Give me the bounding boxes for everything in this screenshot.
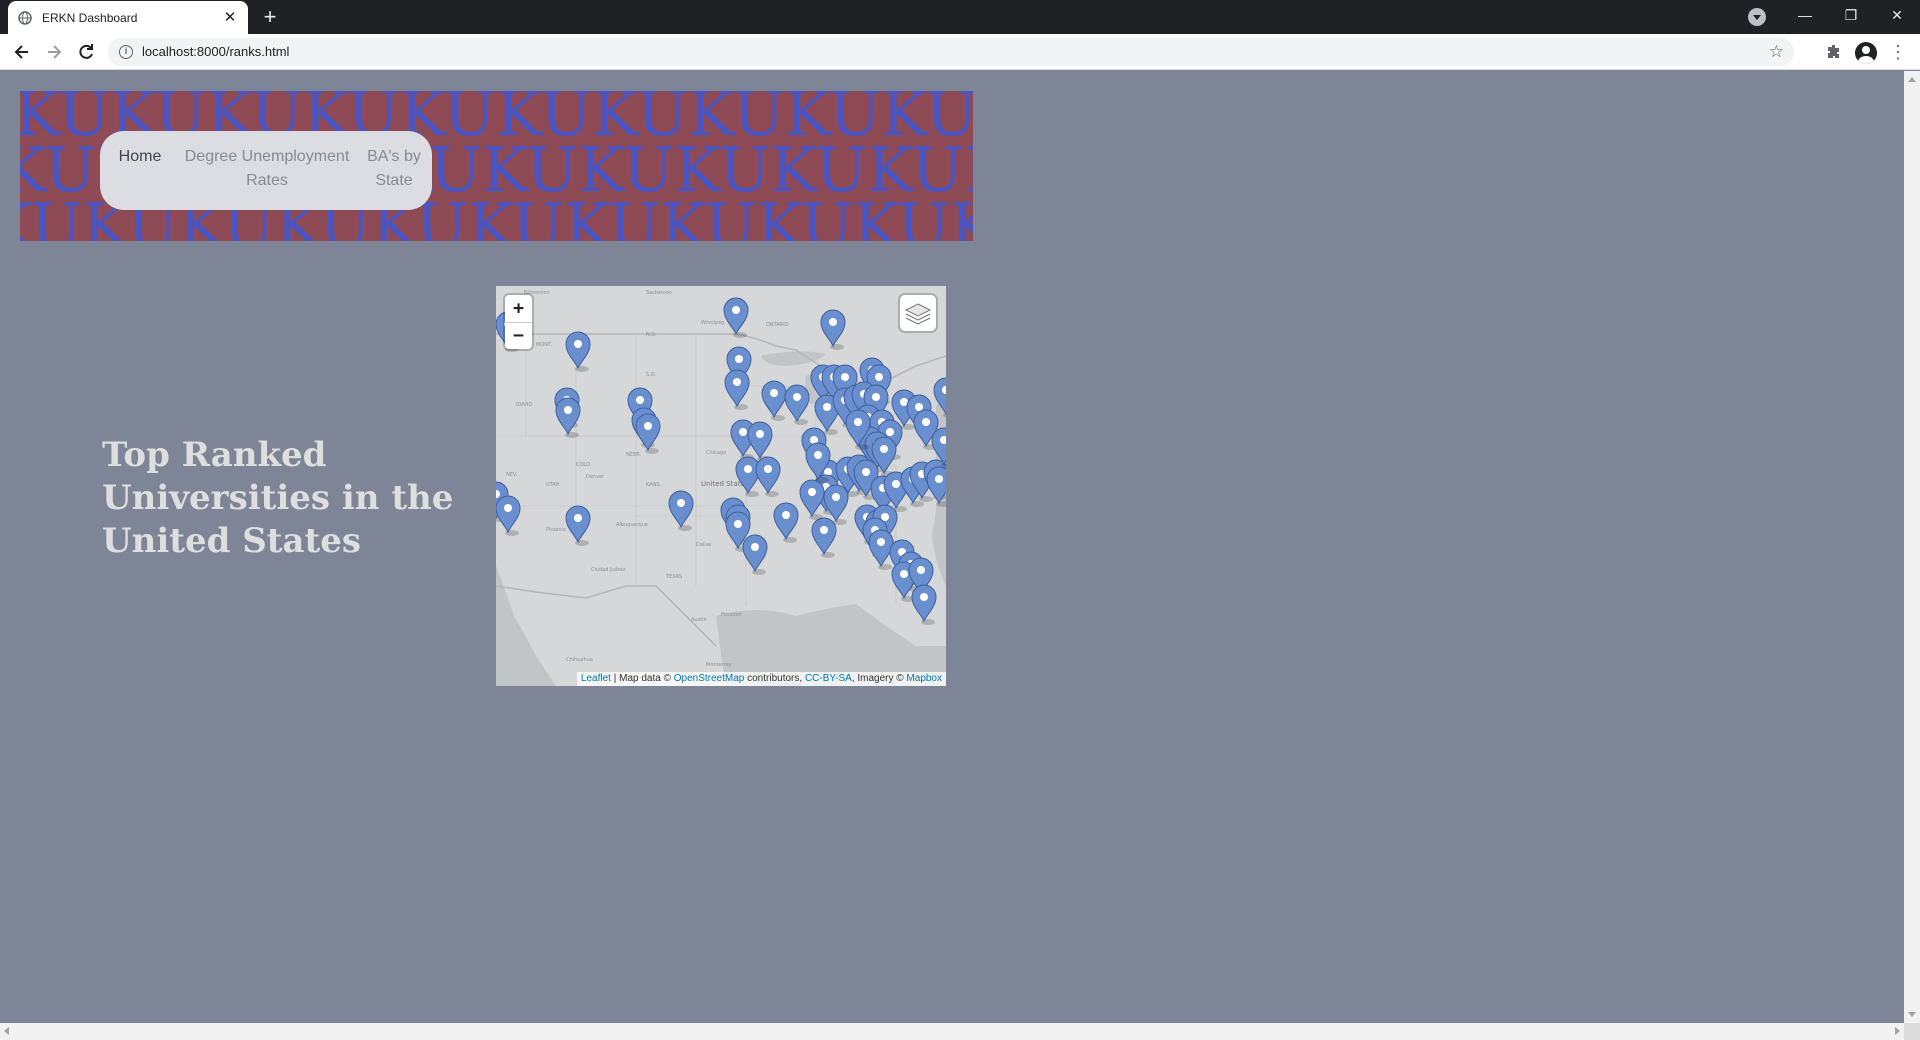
- map-zoom-control: + −: [505, 295, 532, 349]
- license-link[interactable]: CC-BY-SA: [805, 673, 852, 684]
- tab-search-icon[interactable]: [1748, 8, 1766, 26]
- page-viewport: KUKUKUKUKUKUKUKUKUKU KUK UKUKUKU KUKUKU KUK…: [0, 71, 1904, 1023]
- extensions-icon[interactable]: [1822, 38, 1846, 66]
- map-marker[interactable]: [784, 384, 810, 425]
- zoom-out-button[interactable]: −: [505, 322, 532, 348]
- map-marker[interactable]: [742, 534, 768, 575]
- scrollbar-corner: [1904, 1023, 1920, 1040]
- nav-ba-by-state-link[interactable]: BA's by State: [364, 145, 424, 193]
- map-marker[interactable]: [735, 456, 761, 497]
- map-marker[interactable]: [820, 309, 846, 350]
- horizontal-scrollbar[interactable]: [0, 1023, 1904, 1040]
- zoom-in-button[interactable]: +: [505, 295, 532, 322]
- leaflet-link[interactable]: Leaflet: [581, 673, 611, 684]
- map-marker[interactable]: [724, 369, 750, 410]
- profile-icon[interactable]: [1855, 42, 1877, 64]
- info-icon[interactable]: i: [119, 45, 133, 59]
- browser-tab-strip: ERKN Dashboard ✕ + — ❐ ✕: [0, 0, 1920, 34]
- reload-icon[interactable]: [72, 38, 100, 66]
- address-bar[interactable]: i localhost:8000/ranks.html ☆: [108, 38, 1794, 66]
- new-tab-button[interactable]: +: [258, 4, 282, 30]
- globe-icon: [18, 10, 32, 25]
- map[interactable]: Edmonton Saskatoon Winnipeg ONTARIO Toro…: [496, 286, 946, 686]
- map-marker[interactable]: [811, 517, 837, 558]
- nav-home-link[interactable]: Home: [108, 145, 172, 169]
- map-marker[interactable]: [773, 502, 799, 543]
- url-text: localhost:8000/ranks.html: [142, 44, 290, 59]
- map-markers-layer: [496, 297, 946, 625]
- map-marker[interactable]: [668, 490, 694, 531]
- tab-title: ERKN Dashboard: [42, 10, 138, 25]
- map-marker[interactable]: [761, 380, 787, 421]
- map-marker[interactable]: [933, 377, 946, 418]
- map-attribution: Leaflet | Map data © OpenStreetMap contr…: [576, 672, 946, 686]
- window-close-button[interactable]: ✕: [1874, 0, 1920, 30]
- star-icon[interactable]: ☆: [1769, 42, 1784, 62]
- map-marker[interactable]: [755, 456, 781, 497]
- menu-icon[interactable]: ⋮: [1888, 38, 1908, 66]
- main-nav: Home Degree Unemployment Rates BA's by S…: [100, 131, 432, 210]
- nav-unemployment-link[interactable]: Degree Unemployment Rates: [182, 145, 352, 193]
- mapbox-link[interactable]: Mapbox: [906, 673, 942, 684]
- map-marker[interactable]: [868, 529, 894, 570]
- osm-link[interactable]: OpenStreetMap: [674, 673, 745, 684]
- vertical-scrollbar[interactable]: [1904, 71, 1920, 1023]
- page-title: Top Ranked Universities in the United St…: [102, 435, 454, 561]
- layers-icon[interactable]: [900, 295, 936, 331]
- map-marker[interactable]: [565, 331, 591, 372]
- tab-close-icon[interactable]: ✕: [222, 9, 238, 26]
- browser-toolbar: i localhost:8000/ranks.html ☆: [0, 34, 1920, 70]
- map-marker[interactable]: [911, 584, 937, 625]
- map-marker[interactable]: [723, 297, 749, 338]
- restore-button[interactable]: ❐: [1828, 0, 1874, 30]
- map-marker[interactable]: [565, 505, 591, 546]
- browser-tab[interactable]: ERKN Dashboard ✕: [8, 1, 248, 34]
- map-marker[interactable]: [635, 413, 661, 454]
- map-marker[interactable]: [799, 479, 825, 520]
- back-icon[interactable]: [8, 38, 36, 66]
- map-marker[interactable]: [555, 397, 581, 438]
- minimize-button[interactable]: —: [1782, 0, 1828, 30]
- forward-icon[interactable]: [40, 38, 68, 66]
- map-marker[interactable]: [496, 495, 521, 536]
